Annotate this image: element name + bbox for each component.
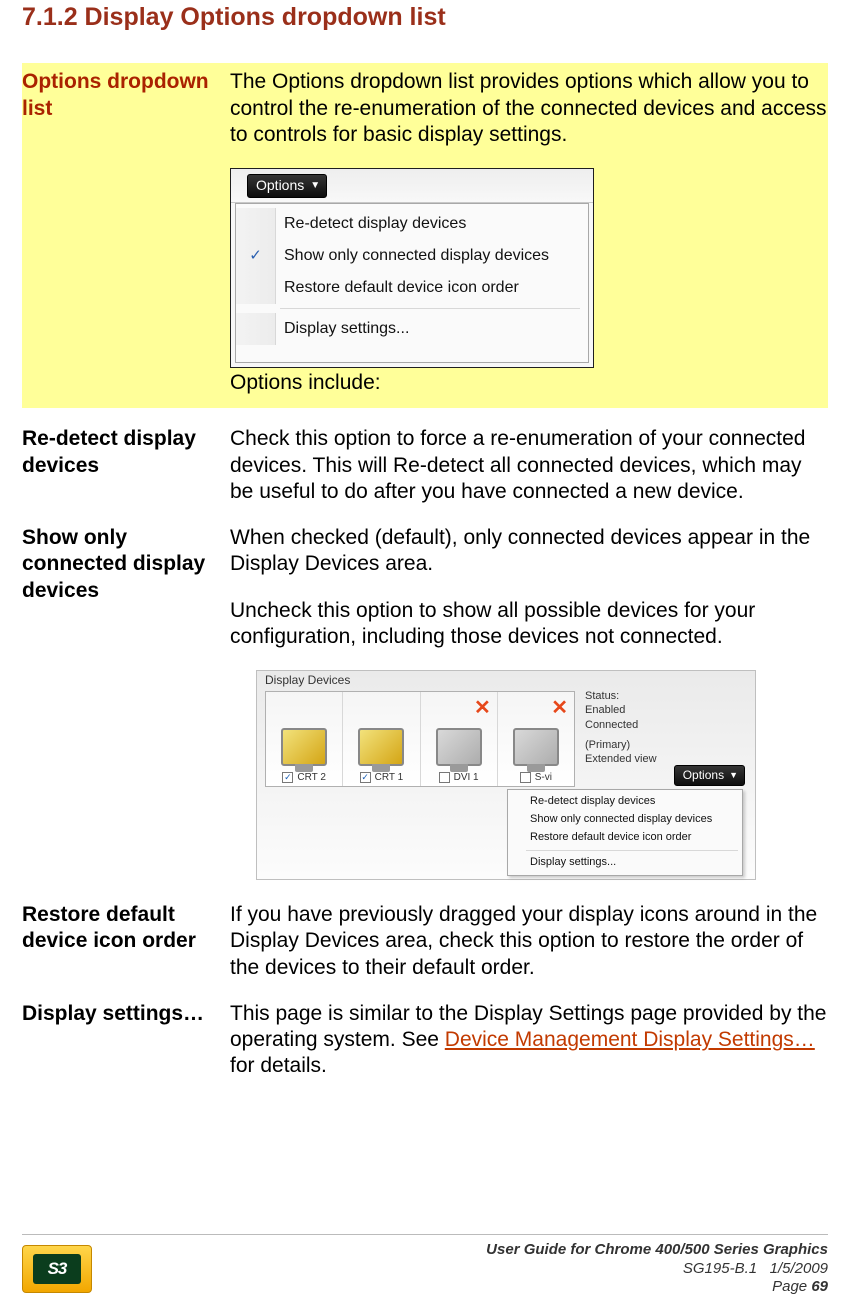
desc-showonly-1: When checked (default), only connected d… — [230, 525, 828, 578]
chevron-down-icon: ▼ — [729, 770, 738, 781]
monitor-icon — [358, 728, 404, 766]
options-include-label: Options include: — [230, 370, 828, 396]
term-restore: Restore default device icon order — [22, 903, 196, 952]
page-footer: S3 User Guide for Chrome 400/500 Series … — [22, 1234, 828, 1297]
menu-item-restore[interactable]: Restore default device icon order — [508, 829, 742, 847]
device-area: ✓ CRT 2 ✓ CRT 1 ✕ DVI 1 ✕ — [265, 691, 575, 787]
checkbox-icon[interactable] — [439, 772, 450, 783]
options-menu: Re-detect display devices ✓ Show only co… — [235, 203, 589, 363]
desc-display-settings-post: for details. — [230, 1054, 327, 1077]
menu-item-showonly[interactable]: Show only connected display devices — [508, 811, 742, 829]
status-box: Status: Enabled Connected (Primary) Exte… — [585, 689, 749, 766]
options-button[interactable]: Options ▼ — [247, 174, 327, 198]
options-menu: Re-detect display devices Show only conn… — [507, 789, 743, 876]
desc-restore: If you have previously dragged your disp… — [230, 902, 828, 981]
menu-gutter-icon — [236, 313, 276, 345]
device-label: CRT 1 — [375, 772, 404, 785]
footer-page-number: 69 — [811, 1278, 828, 1295]
link-device-management-display-settings[interactable]: Device Management Display Settings… — [445, 1028, 815, 1051]
section-heading: 7.1.2 Display Options dropdown list — [22, 2, 828, 33]
menu-item-label: Restore default device icon order — [276, 278, 519, 298]
options-button[interactable]: Options ▼ — [674, 765, 745, 786]
disconnected-icon: ✕ — [474, 698, 491, 718]
footer-page-label: Page — [772, 1278, 811, 1295]
footer-date: 1/5/2009 — [770, 1260, 828, 1277]
monitor-icon — [436, 728, 482, 766]
options-dropdown-intro: The Options dropdown list provides optio… — [230, 69, 828, 148]
desc-display-settings: This page is similar to the Display Sett… — [230, 1001, 828, 1080]
s3-logo: S3 — [22, 1245, 92, 1293]
device-crt1[interactable]: ✓ CRT 1 — [343, 692, 420, 786]
status-line: (Primary) — [585, 738, 749, 752]
checkbox-icon[interactable] — [520, 772, 531, 783]
menu-item-displaysettings[interactable]: Display settings... — [236, 313, 588, 345]
disconnected-icon: ✕ — [551, 698, 568, 718]
menu-item-redetect[interactable]: Re-detect display devices — [508, 793, 742, 811]
desc-showonly-2: Uncheck this option to show all possible… — [230, 598, 828, 651]
status-line: Enabled — [585, 703, 749, 717]
status-title: Status: — [585, 689, 749, 703]
options-button-label: Options — [683, 768, 724, 783]
status-line: Connected — [585, 718, 749, 732]
device-label: DVI 1 — [454, 772, 479, 785]
desc-redetect: Check this option to force a re-enumerat… — [230, 426, 828, 505]
chevron-down-icon: ▼ — [310, 181, 320, 191]
menu-item-displaysettings[interactable]: Display settings... — [508, 854, 742, 872]
menu-item-label: Show only connected display devices — [276, 246, 549, 266]
footer-docid: SG195-B.1 — [683, 1260, 757, 1277]
footer-page: Page 69 — [486, 1278, 828, 1297]
monitor-icon — [513, 728, 559, 766]
menu-separator — [280, 308, 580, 309]
monitor-icon — [281, 728, 327, 766]
screenshot-options-menu: Options ▼ Re-detect display devices ✓ Sh… — [230, 168, 594, 368]
device-svideo[interactable]: ✕ S-vi — [498, 692, 574, 786]
definition-table: Options dropdown list The Options dropdo… — [22, 63, 828, 1099]
panel-title: Display Devices — [265, 673, 350, 688]
options-button-label: Options — [256, 177, 304, 195]
menu-item-label: Display settings... — [276, 319, 409, 339]
checkbox-icon[interactable]: ✓ — [360, 772, 371, 783]
menu-gutter-icon — [236, 208, 276, 240]
check-icon: ✓ — [236, 240, 276, 272]
device-label: S-vi — [535, 772, 552, 785]
menu-item-redetect[interactable]: Re-detect display devices — [236, 208, 588, 240]
s3-logo-text: S3 — [33, 1254, 81, 1284]
footer-docinfo: SG195-B.1 1/5/2009 — [486, 1260, 828, 1279]
term-display-settings: Display settings… — [22, 1002, 204, 1025]
device-label: CRT 2 — [297, 772, 326, 785]
footer-title: User Guide for Chrome 400/500 Series Gra… — [486, 1241, 828, 1260]
menu-gutter-icon — [236, 272, 276, 304]
term-options-dropdown: Options dropdown list — [22, 70, 209, 119]
term-redetect: Re-detect display devices — [22, 427, 196, 476]
menu-item-showonly[interactable]: ✓ Show only connected display devices — [236, 240, 588, 272]
checkbox-icon[interactable]: ✓ — [282, 772, 293, 783]
menu-item-label: Re-detect display devices — [276, 214, 466, 234]
term-showonly: Show only connected display devices — [22, 526, 205, 602]
menu-separator — [526, 850, 738, 851]
device-dvi1[interactable]: ✕ DVI 1 — [421, 692, 498, 786]
menu-item-restore[interactable]: Restore default device icon order — [236, 272, 588, 304]
screenshot-display-devices: Display Devices ✓ CRT 2 ✓ CRT 1 ✕ — [256, 670, 756, 880]
device-crt2[interactable]: ✓ CRT 2 — [266, 692, 343, 786]
